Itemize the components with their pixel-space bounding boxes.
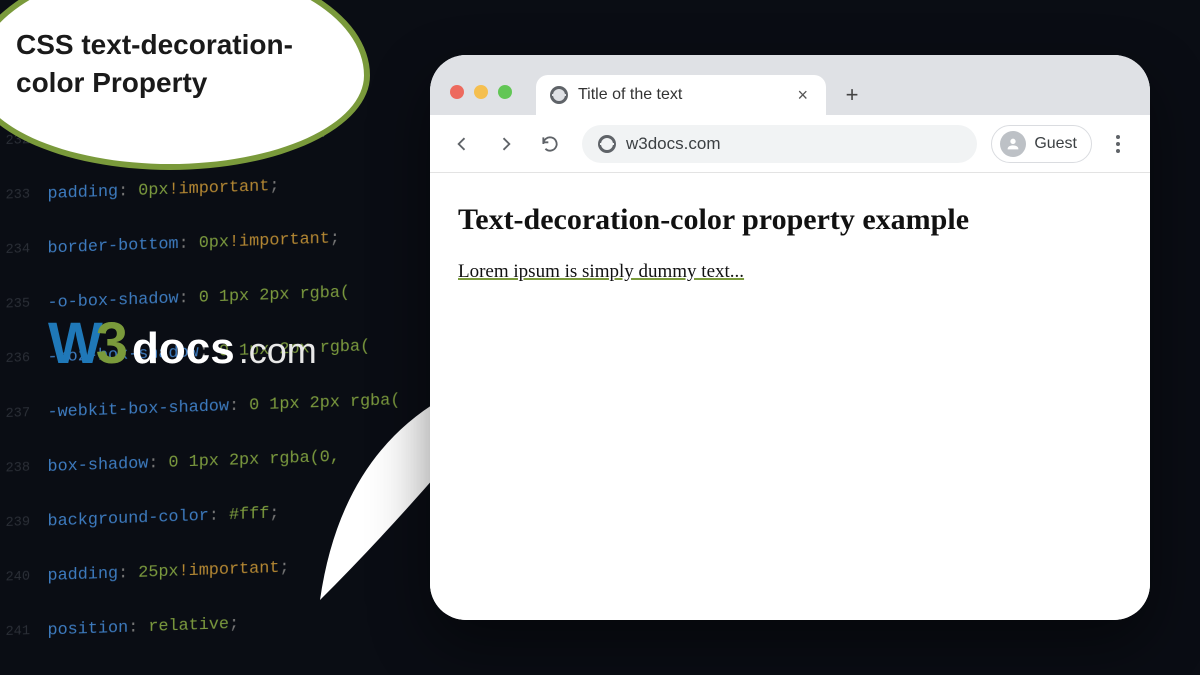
logo-three: 3 xyxy=(96,310,128,377)
browser-tab[interactable]: Title of the text × xyxy=(536,75,826,115)
reload-button[interactable] xyxy=(532,126,568,162)
address-bar[interactable]: w3docs.com xyxy=(582,125,977,163)
traffic-lights xyxy=(450,85,512,99)
browser-window: Title of the text × + w3docs.com Guest xyxy=(430,55,1150,620)
minimize-window-icon[interactable] xyxy=(474,85,488,99)
dot-icon xyxy=(1116,149,1120,153)
dot-icon xyxy=(1116,142,1120,146)
browser-toolbar: w3docs.com Guest xyxy=(430,115,1150,173)
tab-title: Title of the text xyxy=(578,86,783,104)
w3docs-logo: W 3 docs .com xyxy=(48,310,317,377)
avatar-icon xyxy=(1000,131,1026,157)
new-tab-button[interactable]: + xyxy=(838,81,866,109)
page-content: Text-decoration-color property example L… xyxy=(430,173,1150,620)
tab-strip: Title of the text × + xyxy=(430,55,1150,115)
maximize-window-icon[interactable] xyxy=(498,85,512,99)
demo-paragraph: Lorem ipsum is simply dummy text... xyxy=(458,261,744,283)
close-tab-icon[interactable]: × xyxy=(793,82,812,108)
site-globe-icon xyxy=(598,135,616,153)
arrow-left-icon xyxy=(452,134,472,154)
logo-w: W xyxy=(48,310,100,377)
logo-dotcom: .com xyxy=(239,330,317,372)
url-text: w3docs.com xyxy=(626,134,720,154)
menu-button[interactable] xyxy=(1100,126,1136,162)
globe-icon xyxy=(550,86,568,104)
reload-icon xyxy=(540,134,560,154)
dot-icon xyxy=(1116,135,1120,139)
page-title: CSS text-decoration-color Property xyxy=(16,26,334,102)
back-button[interactable] xyxy=(444,126,480,162)
content-heading: Text-decoration-color property example xyxy=(458,203,1122,237)
logo-docs: docs xyxy=(132,324,235,374)
profile-label: Guest xyxy=(1034,135,1077,153)
arrow-right-icon xyxy=(496,134,516,154)
forward-button[interactable] xyxy=(488,126,524,162)
close-window-icon[interactable] xyxy=(450,85,464,99)
profile-chip[interactable]: Guest xyxy=(991,125,1092,163)
plus-icon: + xyxy=(846,82,859,108)
